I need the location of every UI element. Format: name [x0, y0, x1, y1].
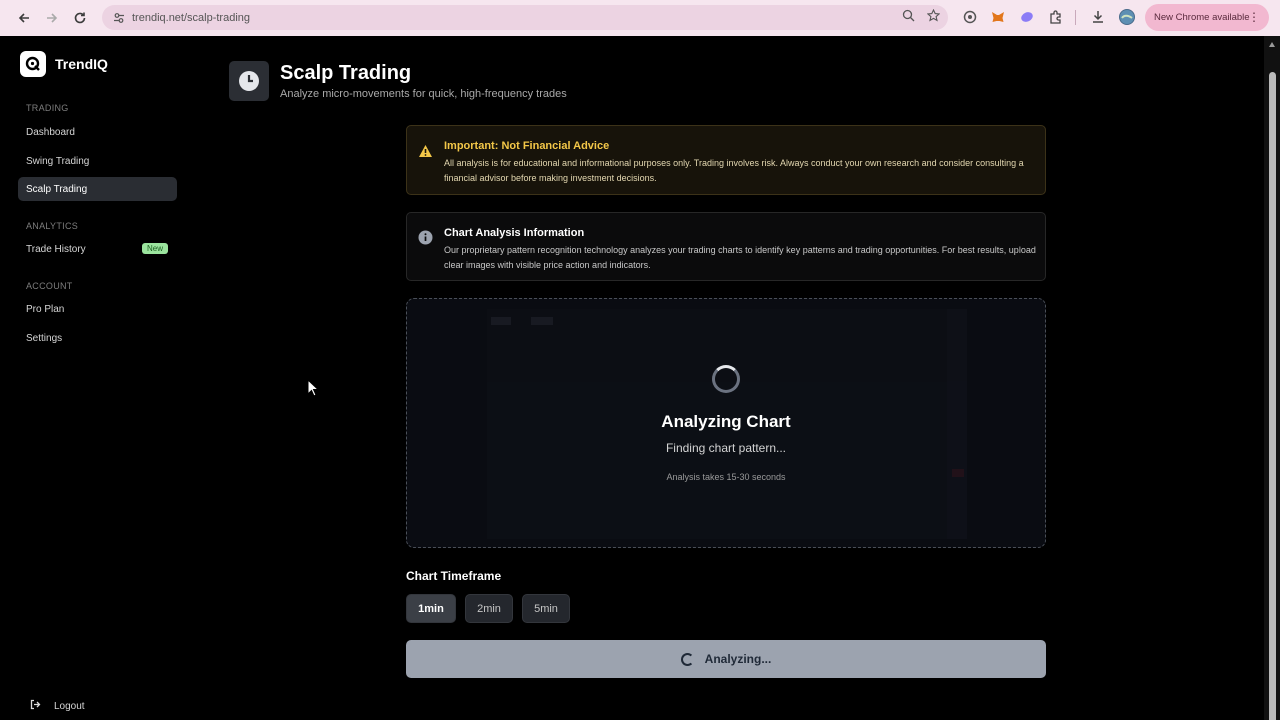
section-label-account: ACCOUNT — [26, 281, 73, 291]
scroll-up-icon[interactable] — [1269, 42, 1275, 47]
sidebar-item-label: Pro Plan — [26, 303, 65, 315]
forward-icon[interactable] — [41, 7, 63, 29]
url-text[interactable]: trendiq.net/scalp-trading — [132, 12, 250, 24]
sidebar-item-label: Dashboard — [26, 126, 75, 138]
chrome-update-label: New Chrome available — [1154, 12, 1250, 23]
sidebar-item-pro-plan[interactable]: Pro Plan — [18, 297, 177, 321]
sidebar-item-dashboard[interactable]: Dashboard — [18, 120, 177, 144]
analysis-duration-note: Analysis takes 15-30 seconds — [666, 472, 786, 482]
new-badge: New — [141, 243, 168, 254]
brand[interactable]: TrendIQ — [20, 51, 108, 77]
loading-spinner-icon — [712, 365, 740, 393]
sidebar-item-scalp-trading[interactable]: Scalp Trading — [18, 177, 177, 201]
zoom-icon[interactable] — [902, 9, 915, 25]
page-title: Scalp Trading — [280, 62, 412, 84]
address-bar[interactable]: trendiq.net/scalp-trading — [102, 5, 948, 30]
extension-metamask-icon[interactable] — [990, 9, 1006, 25]
timeframe-label: Chart Timeframe — [406, 569, 502, 583]
profile-avatar[interactable] — [1119, 9, 1135, 25]
timeframe-2min-button[interactable]: 2min — [465, 594, 513, 623]
logout-label: Logout — [54, 700, 85, 712]
toolbar-divider — [1075, 10, 1076, 25]
sidebar-item-swing-trading[interactable]: Swing Trading — [18, 149, 177, 173]
extension-copilot-icon[interactable] — [962, 9, 978, 25]
reload-icon[interactable] — [69, 7, 91, 29]
warning-icon — [418, 144, 433, 163]
section-label-analytics: ANALYTICS — [26, 221, 79, 231]
info-icon — [418, 230, 433, 250]
page-scrollbar[interactable] — [1264, 36, 1280, 720]
clock-icon — [229, 61, 269, 101]
brand-name: TrendIQ — [55, 56, 108, 72]
logout-button[interactable]: Logout — [30, 699, 85, 713]
scrollbar-thumb[interactable] — [1269, 72, 1276, 720]
chart-upload-area[interactable]: Analyzing Chart Finding chart pattern...… — [406, 298, 1046, 548]
sidebar-item-label: Trade History — [26, 243, 86, 255]
browser-toolbar: trendiq.net/scalp-trading New Chrome ava… — [0, 0, 1280, 36]
sidebar-item-label: Scalp Trading — [26, 183, 88, 195]
disclaimer-card: Important: Not Financial Advice All anal… — [406, 125, 1046, 195]
page-subtitle: Analyze micro-movements for quick, high-… — [280, 88, 567, 100]
chrome-update-button[interactable]: New Chrome available ⋮ — [1145, 4, 1269, 31]
section-label-trading: TRADING — [26, 103, 69, 113]
download-icon[interactable] — [1090, 9, 1106, 25]
extension-purple-icon[interactable] — [1019, 9, 1035, 25]
logo-icon — [20, 51, 46, 77]
analysis-status: Finding chart pattern... — [665, 441, 787, 455]
button-spinner-icon — [680, 652, 694, 666]
sidebar-item-trade-history[interactable]: Trade History New — [18, 237, 177, 261]
back-icon[interactable] — [13, 7, 35, 29]
analyze-button[interactable]: Analyzing... — [406, 640, 1046, 678]
sidebar-item-label: Swing Trading — [26, 155, 90, 167]
bookmark-star-icon[interactable] — [926, 8, 941, 25]
logout-icon — [30, 699, 41, 713]
mouse-cursor-icon — [307, 378, 320, 402]
disclaimer-title: Important: Not Financial Advice — [444, 140, 610, 152]
site-settings-icon[interactable] — [112, 11, 126, 25]
disclaimer-body: All analysis is for educational and info… — [444, 158, 1024, 183]
sidebar: TrendIQ TRADING Dashboard Swing Trading … — [0, 36, 196, 720]
sidebar-item-settings[interactable]: Settings — [18, 326, 177, 350]
more-vert-icon[interactable]: ⋮ — [1248, 10, 1260, 24]
extensions-puzzle-icon[interactable] — [1048, 9, 1064, 25]
timeframe-1min-button[interactable]: 1min — [406, 594, 456, 623]
sidebar-item-label: Settings — [26, 332, 63, 344]
chart-info-card: Chart Analysis Information Our proprieta… — [406, 212, 1046, 281]
timeframe-5min-button[interactable]: 5min — [522, 594, 570, 623]
analysis-title: Analyzing Chart — [661, 412, 791, 431]
analyze-button-label: Analyzing... — [704, 652, 772, 666]
chart-info-body: Our proprietary pattern recognition tech… — [444, 245, 1036, 270]
chart-info-title: Chart Analysis Information — [444, 227, 585, 239]
